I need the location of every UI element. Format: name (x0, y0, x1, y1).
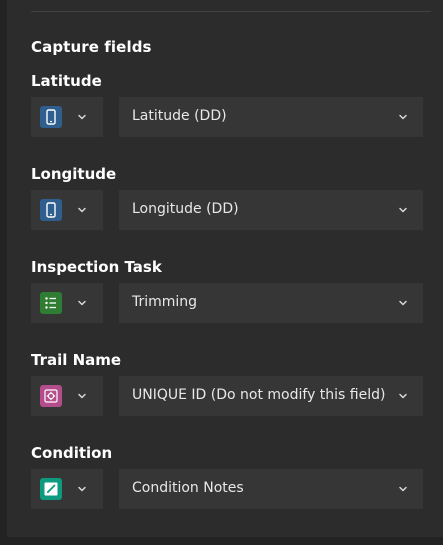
chevron-down-icon (399, 207, 407, 213)
select-value: Longitude (DD) (132, 201, 239, 217)
field-value-select[interactable]: Latitude (DD) (119, 97, 423, 137)
chevron-down-icon (399, 114, 407, 120)
field-label: Inspection Task (31, 258, 162, 276)
chevron-down-icon (78, 114, 86, 120)
section-title: Capture fields (31, 38, 152, 56)
source-type-dropdown[interactable] (31, 190, 103, 230)
field-value-select[interactable]: Condition Notes (119, 469, 423, 509)
field-value-select[interactable]: Longitude (DD) (119, 190, 423, 230)
field-trail-name: Trail Name UNIQUE ID (Do not modify this… (31, 351, 431, 431)
source-type-dropdown[interactable] (31, 97, 103, 137)
chevron-down-icon (78, 300, 86, 306)
select-value: Condition Notes (132, 480, 244, 496)
field-label: Condition (31, 444, 113, 462)
chevron-down-icon (78, 207, 86, 213)
select-value: UNIQUE ID (Do not modify this field) (132, 387, 386, 403)
settings-gear-icon (40, 385, 62, 407)
capture-fields-panel: Capture fields Latitude Latitude (DD) Lo… (7, 0, 443, 537)
field-value-select[interactable]: UNIQUE ID (Do not modify this field) (119, 376, 423, 416)
mobile-device-icon (40, 106, 62, 128)
chevron-down-icon (78, 393, 86, 399)
chevron-down-icon (399, 300, 407, 306)
edit-pencil-icon (40, 478, 62, 500)
source-type-dropdown[interactable] (31, 469, 103, 509)
field-condition: Condition Condition Notes (31, 444, 431, 524)
divider (31, 11, 431, 12)
field-value-select[interactable]: Trimming (119, 283, 423, 323)
source-type-dropdown[interactable] (31, 283, 103, 323)
field-label: Latitude (31, 72, 102, 90)
select-value: Trimming (132, 294, 198, 310)
select-value: Latitude (DD) (132, 108, 227, 124)
field-inspection-task: Inspection Task Trimming (31, 258, 431, 338)
source-type-dropdown[interactable] (31, 376, 103, 416)
field-label: Trail Name (31, 351, 122, 369)
mobile-device-icon (40, 199, 62, 221)
chevron-down-icon (78, 486, 86, 492)
field-label: Longitude (31, 165, 117, 183)
field-longitude: Longitude Longitude (DD) (31, 165, 431, 245)
field-latitude: Latitude Latitude (DD) (31, 72, 431, 152)
chevron-down-icon (399, 393, 407, 399)
chevron-down-icon (399, 486, 407, 492)
list-icon (40, 292, 62, 314)
